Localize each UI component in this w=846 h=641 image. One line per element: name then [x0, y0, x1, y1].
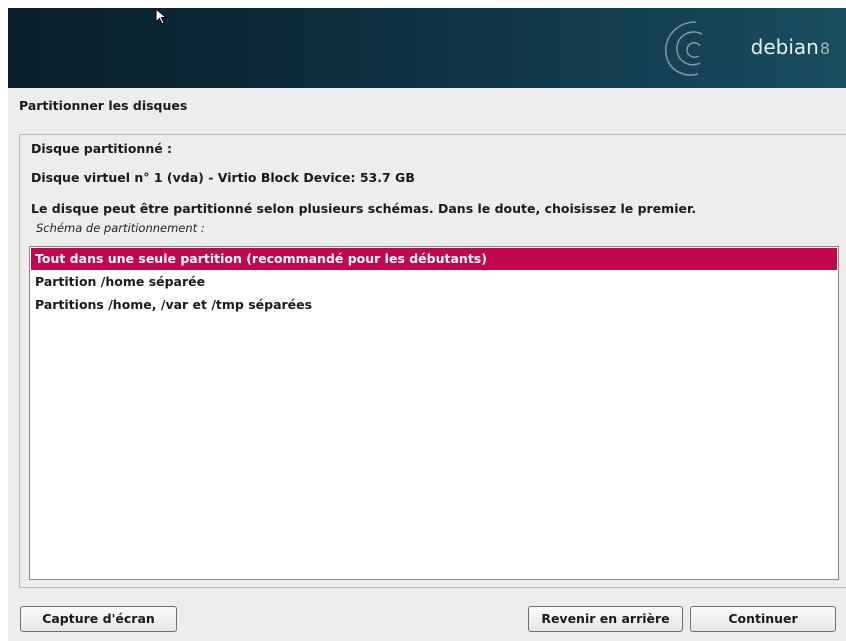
scheme-option-single-partition[interactable]: Tout dans une seule partition (recommand… — [31, 248, 837, 270]
scheme-option-separate-home-var-tmp[interactable]: Partitions /home, /var et /tmp séparées — [31, 294, 837, 316]
debian-banner: debian8 — [8, 8, 846, 88]
disk-name: Disque virtuel n° 1 (vda) - Virtio Block… — [31, 170, 415, 185]
debian-logo-text: debian8 — [751, 35, 830, 59]
installer-window: debian8 Partitionner les disques Disque … — [0, 0, 846, 641]
scheme-listbox[interactable]: Tout dans une seule partition (recommand… — [29, 246, 839, 580]
page-title: Partitionner les disques — [19, 98, 188, 113]
back-button[interactable]: Revenir en arrière — [528, 606, 683, 632]
description-text: Le disque peut être partitionné selon pl… — [31, 201, 697, 216]
brand-version: 8 — [819, 39, 830, 58]
debian-swirl-icon — [665, 21, 703, 76]
mouse-pointer-icon — [155, 8, 168, 25]
brand-name: debian — [750, 35, 819, 59]
scheme-label: Schéma de partitionnement : — [36, 221, 205, 235]
continue-button[interactable]: Continuer — [690, 606, 836, 632]
disk-heading: Disque partitionné : — [31, 141, 173, 156]
screenshot-button[interactable]: Capture d'écran — [20, 606, 177, 632]
scheme-option-separate-home[interactable]: Partition /home séparée — [31, 271, 837, 293]
